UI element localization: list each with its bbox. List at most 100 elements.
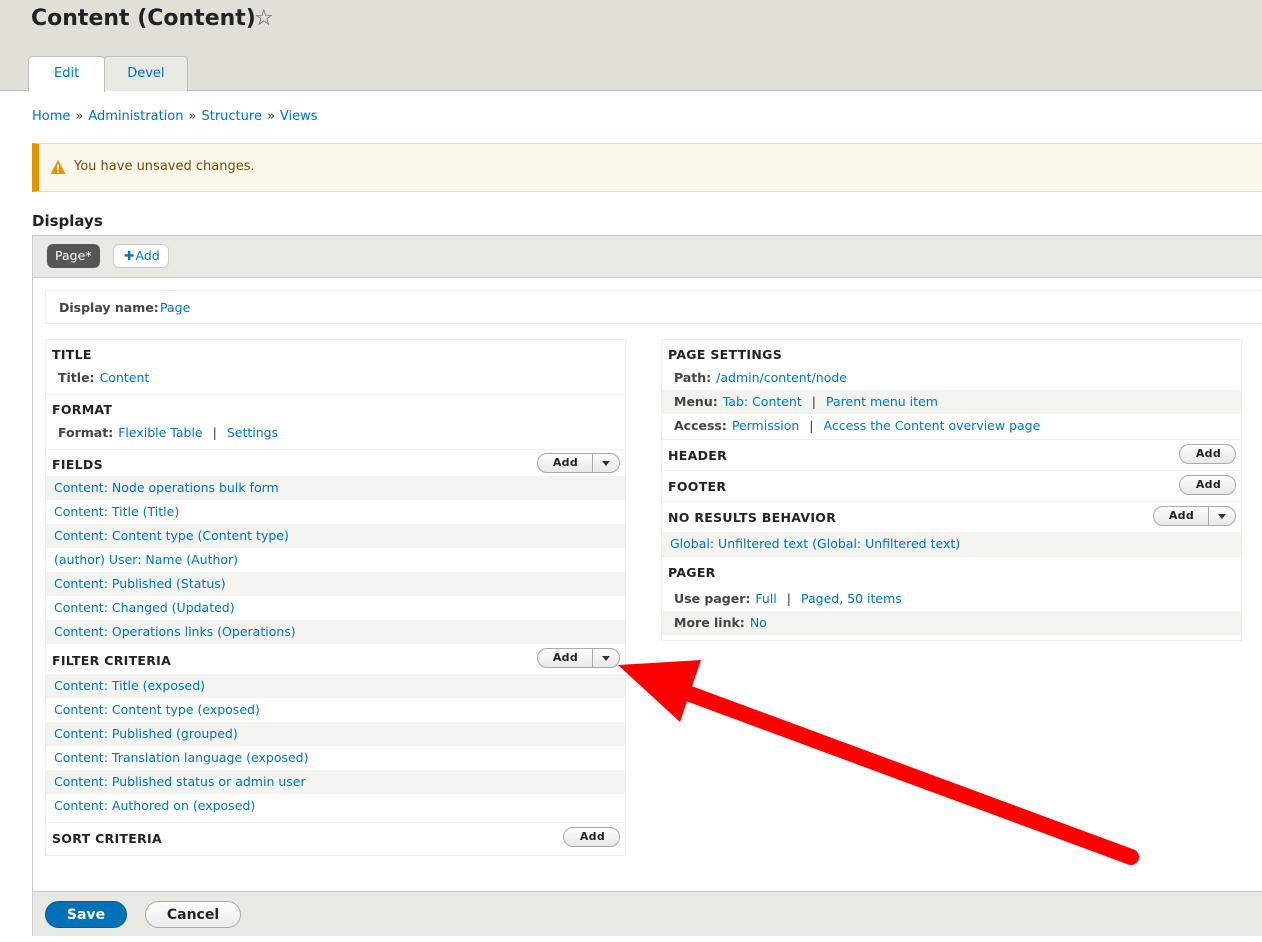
field-item[interactable]: Content: Title (Title) xyxy=(46,500,625,524)
unsaved-changes-warning: You have unsaved changes. xyxy=(32,143,1262,192)
use-pager-label: Use pager: xyxy=(674,591,751,606)
filter-link[interactable]: Content: Title (exposed) xyxy=(54,678,205,693)
cancel-button[interactable]: Cancel xyxy=(145,901,241,928)
format-label: Format: xyxy=(58,425,114,440)
footer-add-button[interactable]: Add xyxy=(1178,475,1236,495)
title-link[interactable]: Content xyxy=(100,370,150,385)
fields-add-button[interactable]: Add xyxy=(536,453,620,473)
format-row: Format: Flexible Table | Settings xyxy=(58,425,279,440)
access-link[interactable]: Permission xyxy=(732,418,799,433)
page-settings-section: PAGE SETTINGS Path: /admin/content/node M… xyxy=(662,340,1241,439)
field-link[interactable]: (author) User: Name (Author) xyxy=(54,552,238,567)
display-name-label: Display name: xyxy=(59,300,159,315)
primary-tabs: Edit Devel xyxy=(28,56,188,92)
header-add-button[interactable]: Add xyxy=(1178,444,1236,464)
field-item[interactable]: Content: Changed (Updated) xyxy=(46,596,625,620)
section-no-results-heading: NO RESULTS BEHAVIOR Add xyxy=(662,502,1241,532)
no-results-link[interactable]: Global: Unfiltered text (Global: Unfilte… xyxy=(670,536,960,551)
access-row: Access: Permission | Access the Content ove… xyxy=(674,418,1041,433)
field-item[interactable]: Content: Published (Status) xyxy=(46,572,625,596)
filter-item[interactable]: Content: Published status or admin user xyxy=(46,770,625,794)
field-item[interactable]: (author) User: Name (Author) xyxy=(46,548,625,572)
chevron-down-icon[interactable] xyxy=(593,649,619,667)
left-column: TITLE Title: Content FORMAT Format: Flexib… xyxy=(45,339,626,856)
filters-heading-text: FILTER CRITERIA xyxy=(52,653,172,668)
sort-add-button[interactable]: Add xyxy=(562,827,620,847)
warning-triangle-icon xyxy=(50,160,66,174)
save-button[interactable]: Save xyxy=(45,901,127,928)
section-header-heading: HEADER Add xyxy=(662,440,1241,466)
field-item[interactable]: Content: Node operations bulk form xyxy=(46,476,625,500)
field-link[interactable]: Content: Title (Title) xyxy=(54,504,179,519)
no-results-item[interactable]: Global: Unfiltered text (Global: Unfilte… xyxy=(662,532,1241,556)
section-filter-heading: FILTER CRITERIA Add xyxy=(46,644,625,674)
access-detail-link[interactable]: Access the Content overview page xyxy=(824,418,1041,433)
breadcrumb-views[interactable]: Views xyxy=(280,109,318,124)
filter-item[interactable]: Content: Published (grouped) xyxy=(46,722,625,746)
no-results-add-label: Add xyxy=(1154,507,1209,525)
filter-link[interactable]: Content: Published status or admin user xyxy=(54,774,306,789)
filter-add-label: Add xyxy=(538,649,593,667)
breadcrumb: Home » Administration » Structure » Views xyxy=(32,109,318,124)
format-settings-link[interactable]: Settings xyxy=(227,425,278,440)
filter-item[interactable]: Content: Content type (exposed) xyxy=(46,698,625,722)
tab-edit[interactable]: Edit xyxy=(28,56,106,92)
more-link-value[interactable]: No xyxy=(750,615,767,630)
filter-item[interactable]: Content: Translation language (exposed) xyxy=(46,746,625,770)
title-section: TITLE Title: Content xyxy=(46,340,625,390)
field-link[interactable]: Content: Operations links (Operations) xyxy=(54,624,296,639)
display-tab-page[interactable]: Page* xyxy=(47,244,100,268)
star-outline-icon[interactable]: ☆ xyxy=(254,6,274,31)
section-footer-heading: FOOTER Add xyxy=(662,471,1241,497)
menu-label: Menu: xyxy=(674,394,718,409)
footer-add-label: Add xyxy=(1195,478,1221,491)
breadcrumb-home[interactable]: Home xyxy=(32,109,70,124)
path-link[interactable]: /admin/content/node xyxy=(716,370,847,385)
no-results-add-button[interactable]: Add xyxy=(1152,506,1236,526)
filter-add-button[interactable]: Add xyxy=(536,648,620,668)
breadcrumb-separator: » xyxy=(75,109,84,124)
add-display-button[interactable]: ✚Add xyxy=(113,244,169,268)
display-name-link[interactable]: Page xyxy=(160,300,190,315)
header-heading-text: HEADER xyxy=(668,448,728,463)
filter-link[interactable]: Content: Content type (exposed) xyxy=(54,702,260,717)
use-pager-link[interactable]: Full xyxy=(755,591,776,606)
field-link[interactable]: Content: Content type (Content type) xyxy=(54,528,289,543)
pager-section: PAGER Use pager: Full | Paged, 50 items Mor… xyxy=(662,556,1241,635)
use-pager-row: Use pager: Full | Paged, 50 items xyxy=(674,591,902,606)
chevron-down-icon[interactable] xyxy=(593,454,619,472)
page-header: Content (Content) ☆ Edit Devel xyxy=(0,0,1262,92)
menu-link[interactable]: Tab: Content xyxy=(723,394,802,409)
filter-link[interactable]: Content: Authored on (exposed) xyxy=(54,798,255,813)
section-pager-heading: PAGER xyxy=(668,565,716,580)
filter-item[interactable]: Content: Title (exposed) xyxy=(46,674,625,698)
fields-section: FIELDS Add Content: Node operations bulk… xyxy=(46,449,625,644)
footer-section: FOOTER Add xyxy=(662,470,1241,501)
title-label: Title: xyxy=(58,370,95,385)
display-name-bar: Display name: Page xyxy=(45,290,1262,324)
field-item[interactable]: Content: Operations links (Operations) xyxy=(46,620,625,644)
tab-devel[interactable]: Devel xyxy=(104,56,188,91)
field-link[interactable]: Content: Published (Status) xyxy=(54,576,226,591)
form-actions: Save Cancel xyxy=(33,891,1262,936)
filter-item[interactable]: Content: Authored on (exposed) xyxy=(46,794,625,818)
parent-menu-link[interactable]: Parent menu item xyxy=(826,394,938,409)
footer-heading-text: FOOTER xyxy=(668,479,727,494)
breadcrumb-administration[interactable]: Administration xyxy=(88,109,183,124)
page-title: Content (Content) xyxy=(31,6,256,31)
field-link[interactable]: Content: Changed (Updated) xyxy=(54,600,235,615)
warning-text: You have unsaved changes. xyxy=(74,159,255,174)
chevron-down-icon[interactable] xyxy=(1209,507,1235,525)
filter-link[interactable]: Content: Translation language (exposed) xyxy=(54,750,309,765)
menu-row: Menu: Tab: Content | Parent menu item xyxy=(662,390,1241,414)
pager-items-link[interactable]: Paged, 50 items xyxy=(801,591,902,606)
breadcrumb-structure[interactable]: Structure xyxy=(201,109,261,124)
filter-link[interactable]: Content: Published (grouped) xyxy=(54,726,238,741)
no-results-section: NO RESULTS BEHAVIOR Add Global: Unfilter… xyxy=(662,501,1241,556)
header-section: HEADER Add xyxy=(662,439,1241,470)
field-link[interactable]: Content: Node operations bulk form xyxy=(54,480,279,495)
breadcrumb-separator: » xyxy=(188,109,197,124)
section-title-heading: TITLE xyxy=(52,347,92,362)
format-link[interactable]: Flexible Table xyxy=(118,425,202,440)
field-item[interactable]: Content: Content type (Content type) xyxy=(46,524,625,548)
